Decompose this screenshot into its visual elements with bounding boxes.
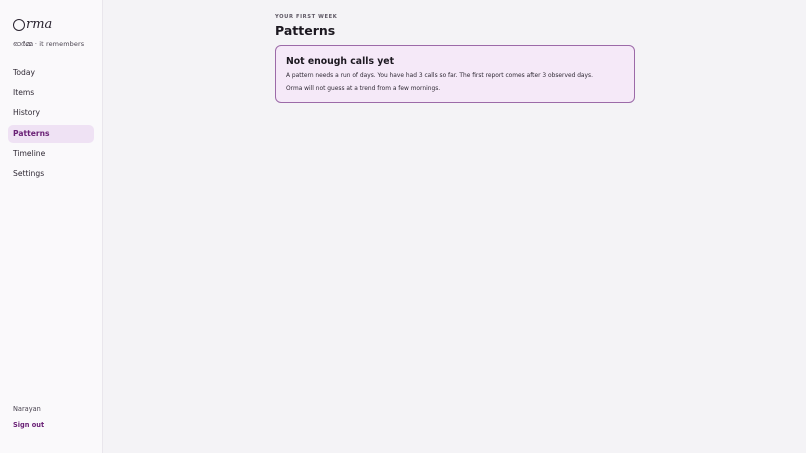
sidebar-item-history[interactable]: History (8, 104, 94, 122)
sidebar-item-today[interactable]: Today (8, 64, 94, 82)
logo: rma (13, 16, 52, 34)
tagline: ഓർമ്മ · it remembers (13, 40, 85, 48)
notice-line-1: A pattern needs a run of days. You have … (286, 73, 593, 79)
sidebar: rma ഓർമ്മ · it remembers Today Items His… (0, 0, 103, 453)
logo-text: rma (26, 17, 53, 32)
user-name: Narayan (13, 405, 41, 413)
sidebar-item-items[interactable]: Items (8, 84, 94, 102)
sidebar-item-patterns[interactable]: Patterns (8, 124, 94, 143)
sign-out-link[interactable]: Sign out (13, 421, 44, 429)
sidebar-footer: Narayan Sign out (13, 405, 44, 429)
brand: rma ഓർമ്മ · it remembers (8, 16, 94, 49)
main-content: YOUR FIRST WEEK Patterns Not enough call… (103, 0, 806, 453)
app: rma ഓർമ്മ · it remembers Today Items His… (0, 0, 806, 453)
notice-line-2: Orma will not guess at a trend from a fe… (286, 86, 441, 92)
page-title: Patterns (275, 23, 336, 38)
logo-ring-icon (13, 19, 25, 31)
sidebar-item-settings[interactable]: Settings (8, 165, 94, 183)
patterns-page: YOUR FIRST WEEK Patterns Not enough call… (275, 14, 635, 103)
sidebar-nav: Today Items History Patterns Timeline Se… (8, 64, 94, 183)
notice-title: Not enough calls yet (286, 56, 395, 67)
page-eyebrow: YOUR FIRST WEEK (275, 14, 338, 20)
not-enough-data-notice: Not enough calls yet A pattern needs a r… (275, 45, 635, 103)
sidebar-item-timeline[interactable]: Timeline (8, 145, 94, 163)
